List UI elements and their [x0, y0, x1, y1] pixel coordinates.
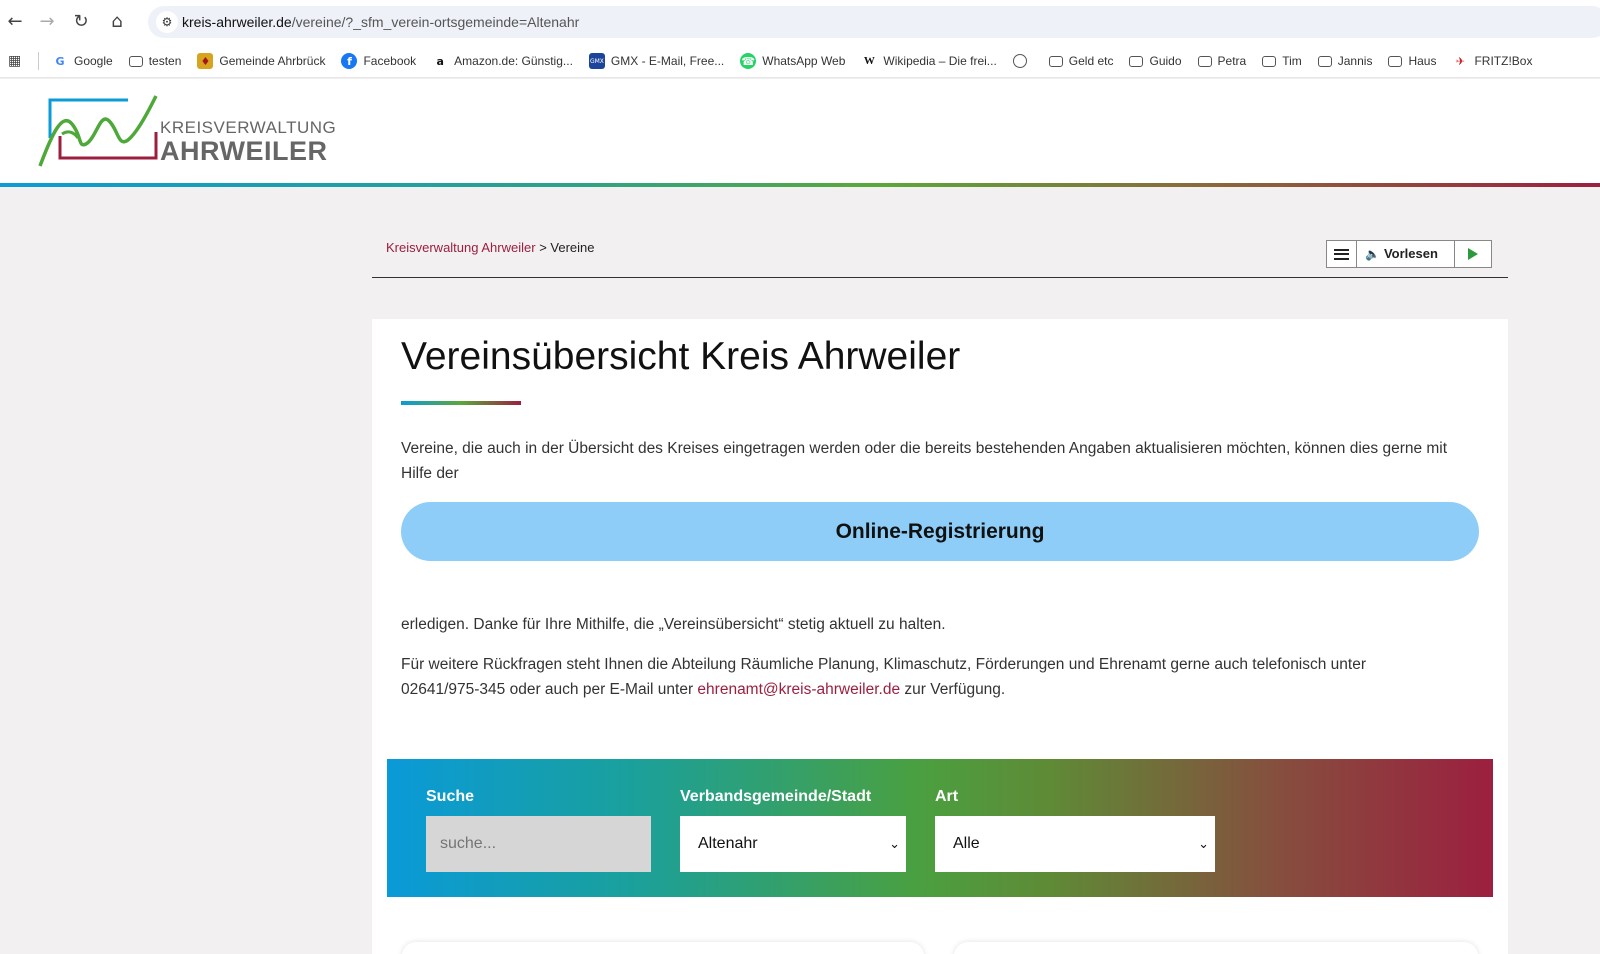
art-label: Art [935, 788, 959, 805]
contact-email-link[interactable]: ehrenamt@kreis-ahrweiler.de [697, 681, 900, 698]
breadcrumb: Kreisverwaltung Ahrweiler > Vereine [386, 240, 595, 255]
read-aloud-widget: 🔈 Vorlesen [1326, 240, 1492, 268]
bookmark-item[interactable]: Jannis [1317, 54, 1373, 68]
art-select[interactable]: Alle ⌄ [935, 816, 1215, 872]
bookmark-label: Haus [1408, 54, 1437, 68]
bookmark-item[interactable]: testen [128, 54, 182, 68]
chevron-down-icon: ⌄ [889, 836, 900, 852]
bookmark-label: Facebook [363, 54, 417, 68]
bookmark-item[interactable]: Tim [1262, 54, 1302, 68]
forward-arrow-icon[interactable]: → [36, 11, 58, 33]
play-icon [1468, 248, 1478, 260]
apps-grid-icon[interactable]: ▦ [8, 52, 26, 70]
result-card[interactable] [402, 942, 924, 954]
search-label: Suche [426, 788, 475, 805]
folder-icon [1388, 55, 1403, 67]
speaker-icon: 🔈 [1365, 247, 1380, 261]
crest-icon: ♦ [197, 53, 214, 69]
google-icon: G [55, 54, 65, 68]
play-button[interactable] [1455, 241, 1491, 267]
bookmark-label: Google [74, 54, 113, 68]
vg-label: Verbandsgemeinde/Stadt [680, 788, 872, 805]
wikipedia-icon: W [863, 55, 875, 67]
bookmark-label: Wikipedia – Die frei... [883, 54, 997, 68]
chevron-down-icon: ⌄ [1198, 836, 1209, 852]
vg-select[interactable]: Altenahr ⌄ [680, 816, 906, 872]
bookmark-label: Petra [1217, 54, 1247, 68]
reload-icon[interactable]: ↻ [70, 11, 92, 33]
gmx-icon: GMX [588, 53, 605, 69]
bookmark-list: G Google testen ♦ Gemeinde Ahrbrück f Facebook… [52, 44, 1548, 77]
url-text[interactable]: kreis-ahrweiler.de/vereine/?_sfm_verein-… [182, 14, 579, 30]
bookmark-item[interactable]: G Google [52, 53, 113, 69]
bookmark-label: testen [148, 54, 182, 68]
fritzbox-icon: ✈ [1455, 54, 1466, 68]
url-domain: kreis-ahrweiler.de [182, 14, 292, 30]
kreisverwaltung-logo-icon[interactable] [38, 94, 158, 170]
breadcrumb-divider [372, 277, 1508, 278]
address-bar[interactable]: ⚙ kreis-ahrweiler.de/vereine/?_sfm_verei… [148, 6, 1600, 38]
menu-icon [1334, 248, 1349, 260]
intro-text: Vereine, die auch in der Übersicht des K… [401, 440, 1448, 482]
folder-icon [1262, 55, 1277, 67]
logo-line2: AHRWEILER [160, 136, 328, 166]
bookmark-label: Gemeinde Ahrbrück [219, 54, 326, 68]
folder-icon [128, 55, 143, 67]
folder-icon [1197, 55, 1212, 67]
bookmarks-bar: ▦ G Google testen ♦ Gemeinde Ahrbrück f Facebo… [0, 44, 1600, 78]
read-aloud-button[interactable]: 🔈 Vorlesen [1357, 241, 1455, 267]
back-arrow-icon[interactable]: ← [4, 11, 26, 33]
folder-icon [1317, 55, 1332, 67]
bookmark-item[interactable]: ☎ WhatsApp Web [740, 53, 845, 69]
bookmark-label: Guido [1149, 54, 1182, 68]
bookmark-label: Tim [1282, 54, 1302, 68]
globe-icon [1012, 54, 1027, 68]
contact-text: Für weitere Rückfragen steht Ihnen die A… [401, 652, 1431, 702]
header-gradient-line [0, 183, 1600, 187]
bookmark-label: GMX - E-Mail, Free... [610, 54, 725, 68]
thanks-text: erledigen. Danke für Ihre Mithilfe, die … [401, 616, 946, 633]
whatsapp-icon: ☎ [740, 53, 757, 69]
site-info-icon[interactable]: ⚙ [156, 11, 178, 33]
browser-toolbar: ← → ↻ ⌂ ⚙ kreis-ahrweiler.de/vereine/?_s… [0, 0, 1600, 44]
search-input[interactable] [426, 816, 651, 872]
facebook-icon: f [341, 53, 358, 69]
bookmark-item[interactable]: Geld etc [1048, 54, 1114, 68]
art-select-value: Alle [953, 835, 980, 852]
bookmark-item[interactable]: Haus [1388, 54, 1436, 68]
bookmark-item[interactable]: ♦ Gemeinde Ahrbrück [197, 53, 325, 69]
folder-icon [1048, 55, 1063, 67]
breadcrumb-current: Vereine [550, 240, 595, 255]
folder-icon [1129, 55, 1144, 67]
url-path: /vereine/?_sfm_verein-ortsgemeinde=Alten… [291, 14, 580, 30]
breadcrumb-separator: > [535, 240, 551, 255]
filter-bar: Suche Verbandsgemeinde/Stadt Altenahr ⌄ A… [387, 759, 1493, 897]
breadcrumb-home-link[interactable]: Kreisverwaltung Ahrweiler [386, 240, 536, 255]
home-icon[interactable]: ⌂ [106, 11, 128, 33]
bookmark-label: WhatsApp Web [762, 54, 846, 68]
bookmark-label: Jannis [1337, 54, 1373, 68]
contact-text-after: zur Verfügung. [900, 681, 1006, 698]
reader-menu-button[interactable] [1327, 241, 1357, 267]
page-title: Vereinsübersicht Kreis Ahrweiler [401, 335, 961, 378]
online-registration-button[interactable]: Online-Registrierung [401, 502, 1479, 561]
bookmark-item[interactable]: W Wikipedia – Die frei... [861, 53, 997, 69]
bookmark-item[interactable]: Petra [1197, 54, 1247, 68]
vg-select-value: Altenahr [698, 835, 758, 852]
result-card[interactable] [954, 942, 1478, 954]
bookmark-label: Geld etc [1068, 54, 1114, 68]
bookmark-item[interactable]: ✈ FRITZ!Box [1452, 53, 1533, 69]
logo-line1: KREISVERWALTUNG [160, 118, 337, 137]
bookmark-item[interactable] [1012, 54, 1033, 68]
bookmark-item[interactable]: f Facebook [341, 53, 416, 69]
read-aloud-label: Vorlesen [1383, 246, 1438, 261]
bookmark-item[interactable]: a Amazon.de: Günstig... [432, 53, 573, 69]
bookmark-label: FRITZ!Box [1474, 54, 1533, 68]
bookmark-item[interactable]: Guido [1129, 54, 1182, 68]
bookmark-label: Amazon.de: Günstig... [454, 54, 573, 68]
bookmark-item[interactable]: GMX GMX - E-Mail, Free... [588, 53, 725, 69]
title-underline [401, 401, 521, 405]
amazon-icon: a [436, 54, 444, 68]
bookmarks-divider [38, 52, 39, 70]
